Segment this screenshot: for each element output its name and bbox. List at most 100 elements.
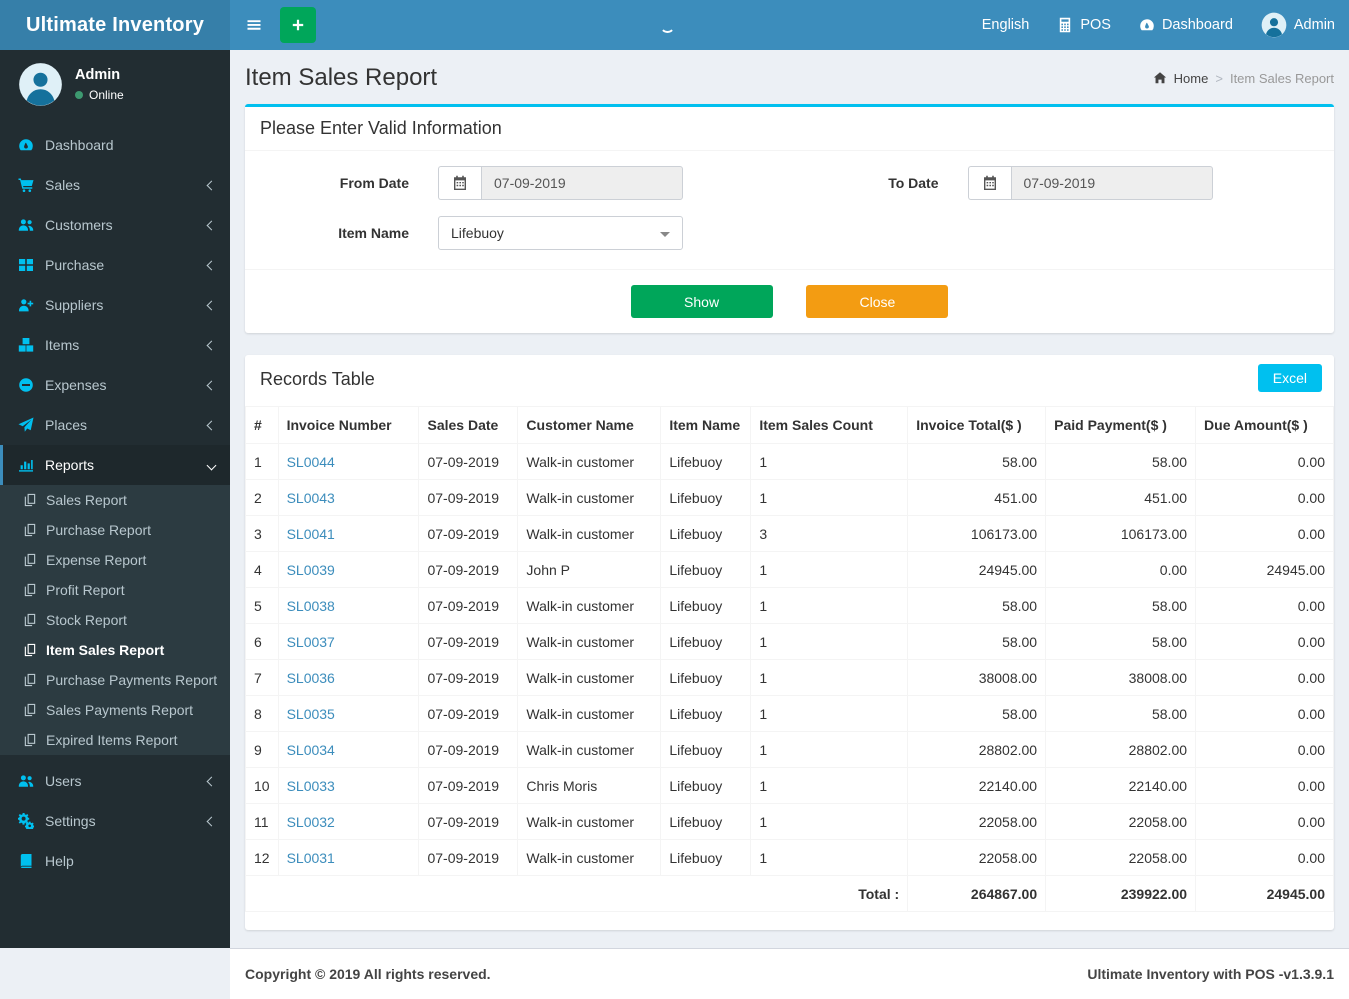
invoice-link[interactable]: SL0044 xyxy=(287,454,335,470)
sidebar-item-help[interactable]: Help xyxy=(0,841,230,881)
to-date-input[interactable] xyxy=(1010,166,1213,200)
invoice-link[interactable]: SL0037 xyxy=(287,634,335,650)
invoice-link[interactable]: SL0035 xyxy=(287,706,335,722)
cell-item: Lifebuoy xyxy=(660,839,752,876)
sidebar-item-items[interactable]: Items xyxy=(0,325,230,365)
nav-language[interactable]: English xyxy=(968,0,1044,50)
sidebar-subitem[interactable]: Purchase Report xyxy=(0,515,230,545)
sidebar-subitem-label: Profit Report xyxy=(46,582,125,598)
sidebar-subitem[interactable]: Sales Payments Report xyxy=(0,695,230,725)
breadcrumb-home-link[interactable]: Home xyxy=(1174,71,1209,86)
cell-paid-payment: 58.00 xyxy=(1045,587,1197,624)
brand-logo[interactable]: Ultimate Inventory xyxy=(0,0,230,50)
cell-invoice-total: 58.00 xyxy=(907,695,1047,732)
sidebar-item-settings[interactable]: Settings xyxy=(0,801,230,841)
total-label: Total : xyxy=(244,875,909,912)
cell-invoice: SL0033 xyxy=(277,767,420,804)
footer-copyright: Copyright © 2019 All rights reserved. xyxy=(245,966,491,982)
nav-pos[interactable]: POS xyxy=(1043,0,1125,50)
nav-user[interactable]: Admin xyxy=(1247,0,1349,50)
column-header[interactable]: Item Name xyxy=(660,406,752,444)
sidebar-item-places[interactable]: Places xyxy=(0,405,230,445)
sidebar-subitem[interactable]: Expired Items Report xyxy=(0,725,230,755)
invoice-link[interactable]: SL0038 xyxy=(287,598,335,614)
table-total-row: Total : 264867.00 239922.00 24945.00 xyxy=(244,875,1334,912)
main-footer: Copyright © 2019 All rights reserved. Ul… xyxy=(230,948,1349,999)
cell-sales-date: 07-09-2019 xyxy=(418,803,519,840)
cell-invoice-total: 22140.00 xyxy=(907,767,1047,804)
invoice-link[interactable]: SL0039 xyxy=(287,562,335,578)
page-title: Item Sales Report xyxy=(245,64,438,91)
sidebar-item-customers[interactable]: Customers xyxy=(0,205,230,245)
sidebar-item-sales[interactable]: Sales xyxy=(0,165,230,205)
invoice-link[interactable]: SL0033 xyxy=(287,778,335,794)
sidebar-subitem[interactable]: Item Sales Report xyxy=(0,635,230,665)
cell-invoice: SL0037 xyxy=(277,623,420,660)
users-icon xyxy=(18,217,34,233)
column-header[interactable]: Invoice Number xyxy=(277,406,420,444)
sidebar-subitem[interactable]: Stock Report xyxy=(0,605,230,635)
cell-invoice: SL0044 xyxy=(277,443,420,480)
show-button[interactable]: Show xyxy=(630,285,773,318)
cell-row-number: 8 xyxy=(245,695,279,732)
cell-count: 1 xyxy=(750,659,909,696)
sidebar-user-status[interactable]: Online xyxy=(75,88,124,102)
column-header[interactable]: Due Amount($ ) xyxy=(1195,406,1334,444)
excel-export-button[interactable]: Excel xyxy=(1257,364,1322,392)
column-header[interactable]: Item Sales Count xyxy=(750,406,909,444)
sidebar-subitem[interactable]: Purchase Payments Report xyxy=(0,665,230,695)
chevron-left-icon xyxy=(206,220,217,230)
sidebar-item-suppliers[interactable]: Suppliers xyxy=(0,285,230,325)
chevron-left-icon xyxy=(206,340,217,350)
cell-row-number: 10 xyxy=(245,767,279,804)
invoice-link[interactable]: SL0043 xyxy=(287,490,335,506)
cell-paid-payment: 22140.00 xyxy=(1045,767,1197,804)
cell-customer: Walk-in customer xyxy=(517,515,662,552)
add-button[interactable] xyxy=(280,7,316,43)
cell-paid-payment: 28802.00 xyxy=(1045,731,1197,768)
close-button[interactable]: Close xyxy=(806,285,949,318)
column-header[interactable]: Paid Payment($ ) xyxy=(1045,406,1197,444)
sidebar-item-expenses[interactable]: Expenses xyxy=(0,365,230,405)
cell-sales-date: 07-09-2019 xyxy=(418,767,519,804)
chevron-left-icon xyxy=(206,380,217,390)
cell-paid-payment: 0.00 xyxy=(1045,551,1197,588)
cell-sales-date: 07-09-2019 xyxy=(418,587,519,624)
cell-due-amount: 0.00 xyxy=(1195,731,1334,768)
table-row: 6 SL0037 07-09-2019 Walk-in customer Lif… xyxy=(245,623,1334,660)
column-header[interactable]: Customer Name xyxy=(517,406,662,444)
cell-invoice: SL0031 xyxy=(277,839,420,876)
calendar-addon xyxy=(967,166,1011,200)
cell-customer: Walk-in customer xyxy=(517,803,662,840)
column-header[interactable]: # xyxy=(245,406,279,444)
invoice-link[interactable]: SL0041 xyxy=(287,526,335,542)
cell-item: Lifebuoy xyxy=(660,623,752,660)
sidebar-toggle-button[interactable] xyxy=(230,0,278,50)
cell-sales-date: 07-09-2019 xyxy=(418,623,519,660)
nav-dashboard[interactable]: Dashboard xyxy=(1125,0,1247,50)
invoice-link[interactable]: SL0032 xyxy=(287,814,335,830)
item-name-select[interactable]: Lifebuoy xyxy=(438,216,683,250)
invoice-link[interactable]: SL0031 xyxy=(287,850,335,866)
avatar xyxy=(18,62,63,107)
table-row: 8 SL0035 07-09-2019 Walk-in customer Lif… xyxy=(245,695,1334,732)
from-date-input[interactable] xyxy=(481,166,683,200)
invoice-link[interactable]: SL0034 xyxy=(287,742,335,758)
nav-user-label: Admin xyxy=(1293,17,1335,33)
sidebar-item-purchase[interactable]: Purchase xyxy=(0,245,230,285)
invoice-link[interactable]: SL0036 xyxy=(287,670,335,686)
column-header[interactable]: Invoice Total($ ) xyxy=(907,406,1047,444)
sidebar-item-users[interactable]: Users xyxy=(0,761,230,801)
sidebar-item-reports[interactable]: Reports xyxy=(0,445,230,485)
sidebar-subitem[interactable]: Profit Report xyxy=(0,575,230,605)
cell-item: Lifebuoy xyxy=(660,731,752,768)
to-date-label: To Date xyxy=(888,175,939,191)
sidebar-subitem[interactable]: Expense Report xyxy=(0,545,230,575)
sidebar-subitem[interactable]: Sales Report xyxy=(0,485,230,515)
plus-icon xyxy=(290,17,306,33)
records-box: Records Table Excel # Invoice Number Sal… xyxy=(244,355,1334,930)
sidebar-item-label: Expenses xyxy=(45,377,107,393)
column-header[interactable]: Sales Date xyxy=(418,406,519,444)
cell-sales-date: 07-09-2019 xyxy=(418,479,519,516)
sidebar-item-dashboard[interactable]: Dashboard xyxy=(0,125,230,165)
